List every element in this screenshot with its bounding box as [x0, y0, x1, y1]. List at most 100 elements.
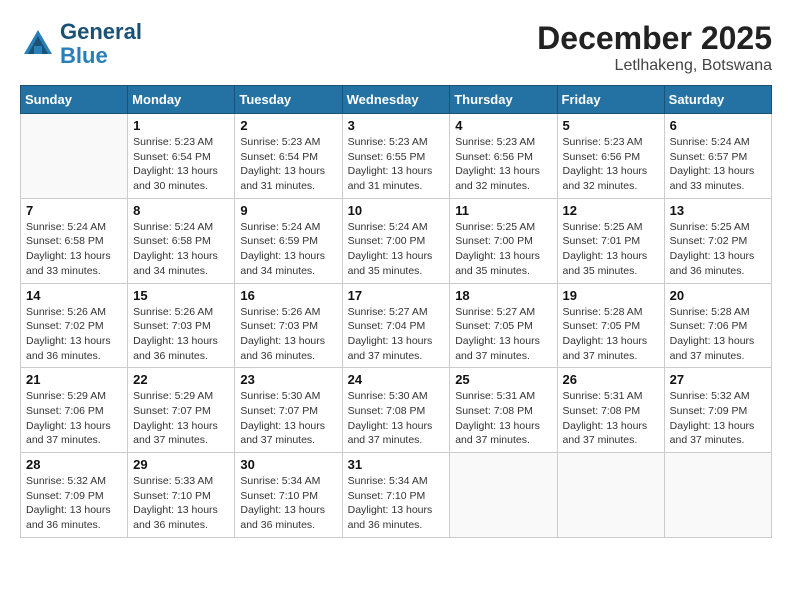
- calendar-cell: 24 Sunrise: 5:30 AM Sunset: 7:08 PM Dayli…: [342, 368, 450, 453]
- calendar-cell: 19Sunrise: 5:28 AM Sunset: 7:05 PM Dayli…: [557, 283, 664, 368]
- column-header-wednesday: Wednesday: [342, 86, 450, 114]
- calendar-cell: 28 Sunrise: 5:32 AM Sunset: 7:09 PM Dayli…: [21, 453, 128, 538]
- day-number: 13: [670, 203, 766, 218]
- day-number: 11: [455, 203, 551, 218]
- day-number: 17: [348, 288, 445, 303]
- day-info: Sunrise: 5:26 AM Sunset: 7:03 PM Dayligh…: [133, 305, 229, 364]
- day-info: Sunrise: 5:34 AM Sunset: 7:10 PM Dayligh…: [348, 474, 445, 533]
- calendar-cell: 15Sunrise: 5:26 AM Sunset: 7:03 PM Dayli…: [128, 283, 235, 368]
- logo-line2: Blue: [60, 43, 108, 68]
- day-number: 25: [455, 372, 551, 387]
- day-info: Sunrise: 5:24 AM Sunset: 6:57 PM Dayligh…: [670, 135, 766, 194]
- day-number: 4: [455, 118, 551, 133]
- day-info: Sunrise: 5:23 AM Sunset: 6:54 PM Dayligh…: [133, 135, 229, 194]
- calendar-cell: 23 Sunrise: 5:30 AM Sunset: 7:07 PM Dayli…: [235, 368, 342, 453]
- day-number: 28: [26, 457, 122, 472]
- day-info: Sunrise: 5:26 AM Sunset: 7:03 PM Dayligh…: [240, 305, 336, 364]
- calendar-cell: 12 Sunrise: 5:25 AM Sunset: 7:01 PM Dayli…: [557, 198, 664, 283]
- day-number: 23: [240, 372, 336, 387]
- calendar-cell: 18 Sunrise: 5:27 AM Sunset: 7:05 PM Dayli…: [450, 283, 557, 368]
- month-title: December 2025: [537, 20, 772, 57]
- calendar-cell: 2 Sunrise: 5:23 AM Sunset: 6:54 PM Daylig…: [235, 114, 342, 199]
- day-number: 24: [348, 372, 445, 387]
- day-number: 6: [670, 118, 766, 133]
- day-info: Sunrise: 5:26 AM Sunset: 7:02 PM Dayligh…: [26, 305, 122, 364]
- calendar-cell: 31 Sunrise: 5:34 AM Sunset: 7:10 PM Dayli…: [342, 453, 450, 538]
- calendar-cell: 7 Sunrise: 5:24 AM Sunset: 6:58 PM Daylig…: [21, 198, 128, 283]
- day-number: 8: [133, 203, 229, 218]
- column-header-thursday: Thursday: [450, 86, 557, 114]
- day-number: 30: [240, 457, 336, 472]
- day-info: Sunrise: 5:23 AM Sunset: 6:56 PM Dayligh…: [563, 135, 659, 194]
- day-number: 9: [240, 203, 336, 218]
- calendar-cell: 11 Sunrise: 5:25 AM Sunset: 7:00 PM Dayli…: [450, 198, 557, 283]
- day-info: Sunrise: 5:25 AM Sunset: 7:01 PM Dayligh…: [563, 220, 659, 279]
- day-info: Sunrise: 5:28 AM Sunset: 7:06 PM Dayligh…: [670, 305, 766, 364]
- day-number: 14: [26, 288, 122, 303]
- calendar: SundayMondayTuesdayWednesdayThursdayFrid…: [20, 85, 772, 538]
- day-info: Sunrise: 5:24 AM Sunset: 6:58 PM Dayligh…: [26, 220, 122, 279]
- day-info: Sunrise: 5:30 AM Sunset: 7:07 PM Dayligh…: [240, 389, 336, 448]
- column-header-sunday: Sunday: [21, 86, 128, 114]
- day-info: Sunrise: 5:25 AM Sunset: 7:00 PM Dayligh…: [455, 220, 551, 279]
- day-info: Sunrise: 5:30 AM Sunset: 7:08 PM Dayligh…: [348, 389, 445, 448]
- calendar-cell: 27Sunrise: 5:32 AM Sunset: 7:09 PM Dayli…: [664, 368, 771, 453]
- calendar-cell: 17 Sunrise: 5:27 AM Sunset: 7:04 PM Dayli…: [342, 283, 450, 368]
- calendar-cell: [664, 453, 771, 538]
- day-number: 21: [26, 372, 122, 387]
- day-number: 22: [133, 372, 229, 387]
- day-number: 3: [348, 118, 445, 133]
- day-number: 2: [240, 118, 336, 133]
- day-number: 19: [563, 288, 659, 303]
- day-number: 27: [670, 372, 766, 387]
- day-number: 18: [455, 288, 551, 303]
- calendar-cell: 4 Sunrise: 5:23 AM Sunset: 6:56 PM Daylig…: [450, 114, 557, 199]
- day-info: Sunrise: 5:23 AM Sunset: 6:55 PM Dayligh…: [348, 135, 445, 194]
- day-number: 31: [348, 457, 445, 472]
- calendar-header-row: SundayMondayTuesdayWednesdayThursdayFrid…: [21, 86, 772, 114]
- day-info: Sunrise: 5:33 AM Sunset: 7:10 PM Dayligh…: [133, 474, 229, 533]
- location-title: Letlhakeng, Botswana: [537, 57, 772, 75]
- calendar-cell: [21, 114, 128, 199]
- logo-line1: General: [60, 20, 142, 44]
- week-row-1: 1Sunrise: 5:23 AM Sunset: 6:54 PM Daylig…: [21, 114, 772, 199]
- day-info: Sunrise: 5:29 AM Sunset: 7:06 PM Dayligh…: [26, 389, 122, 448]
- day-info: Sunrise: 5:27 AM Sunset: 7:05 PM Dayligh…: [455, 305, 551, 364]
- calendar-cell: 3 Sunrise: 5:23 AM Sunset: 6:55 PM Daylig…: [342, 114, 450, 199]
- header: General Blue December 2025 Letlhakeng, B…: [20, 20, 772, 75]
- day-number: 12: [563, 203, 659, 218]
- calendar-cell: 5Sunrise: 5:23 AM Sunset: 6:56 PM Daylig…: [557, 114, 664, 199]
- day-info: Sunrise: 5:29 AM Sunset: 7:07 PM Dayligh…: [133, 389, 229, 448]
- logo-text: General Blue: [60, 20, 142, 68]
- calendar-cell: 25 Sunrise: 5:31 AM Sunset: 7:08 PM Dayli…: [450, 368, 557, 453]
- calendar-cell: 22 Sunrise: 5:29 AM Sunset: 7:07 PM Dayli…: [128, 368, 235, 453]
- day-info: Sunrise: 5:23 AM Sunset: 6:54 PM Dayligh…: [240, 135, 336, 194]
- column-header-saturday: Saturday: [664, 86, 771, 114]
- calendar-cell: 21 Sunrise: 5:29 AM Sunset: 7:06 PM Dayli…: [21, 368, 128, 453]
- calendar-cell: 9Sunrise: 5:24 AM Sunset: 6:59 PM Daylig…: [235, 198, 342, 283]
- day-number: 29: [133, 457, 229, 472]
- calendar-cell: 6 Sunrise: 5:24 AM Sunset: 6:57 PM Daylig…: [664, 114, 771, 199]
- logo-icon: [20, 26, 56, 62]
- day-info: Sunrise: 5:31 AM Sunset: 7:08 PM Dayligh…: [563, 389, 659, 448]
- calendar-cell: 30Sunrise: 5:34 AM Sunset: 7:10 PM Dayli…: [235, 453, 342, 538]
- column-header-monday: Monday: [128, 86, 235, 114]
- day-info: Sunrise: 5:32 AM Sunset: 7:09 PM Dayligh…: [26, 474, 122, 533]
- week-row-2: 7 Sunrise: 5:24 AM Sunset: 6:58 PM Daylig…: [21, 198, 772, 283]
- column-header-tuesday: Tuesday: [235, 86, 342, 114]
- calendar-cell: 14 Sunrise: 5:26 AM Sunset: 7:02 PM Dayli…: [21, 283, 128, 368]
- logo: General Blue: [20, 20, 142, 68]
- day-info: Sunrise: 5:24 AM Sunset: 6:58 PM Dayligh…: [133, 220, 229, 279]
- day-info: Sunrise: 5:23 AM Sunset: 6:56 PM Dayligh…: [455, 135, 551, 194]
- day-info: Sunrise: 5:27 AM Sunset: 7:04 PM Dayligh…: [348, 305, 445, 364]
- day-info: Sunrise: 5:25 AM Sunset: 7:02 PM Dayligh…: [670, 220, 766, 279]
- day-number: 7: [26, 203, 122, 218]
- day-number: 26: [563, 372, 659, 387]
- week-row-4: 21 Sunrise: 5:29 AM Sunset: 7:06 PM Dayli…: [21, 368, 772, 453]
- day-number: 10: [348, 203, 445, 218]
- column-header-friday: Friday: [557, 86, 664, 114]
- title-area: December 2025 Letlhakeng, Botswana: [537, 20, 772, 75]
- day-info: Sunrise: 5:31 AM Sunset: 7:08 PM Dayligh…: [455, 389, 551, 448]
- day-info: Sunrise: 5:24 AM Sunset: 7:00 PM Dayligh…: [348, 220, 445, 279]
- calendar-cell: [450, 453, 557, 538]
